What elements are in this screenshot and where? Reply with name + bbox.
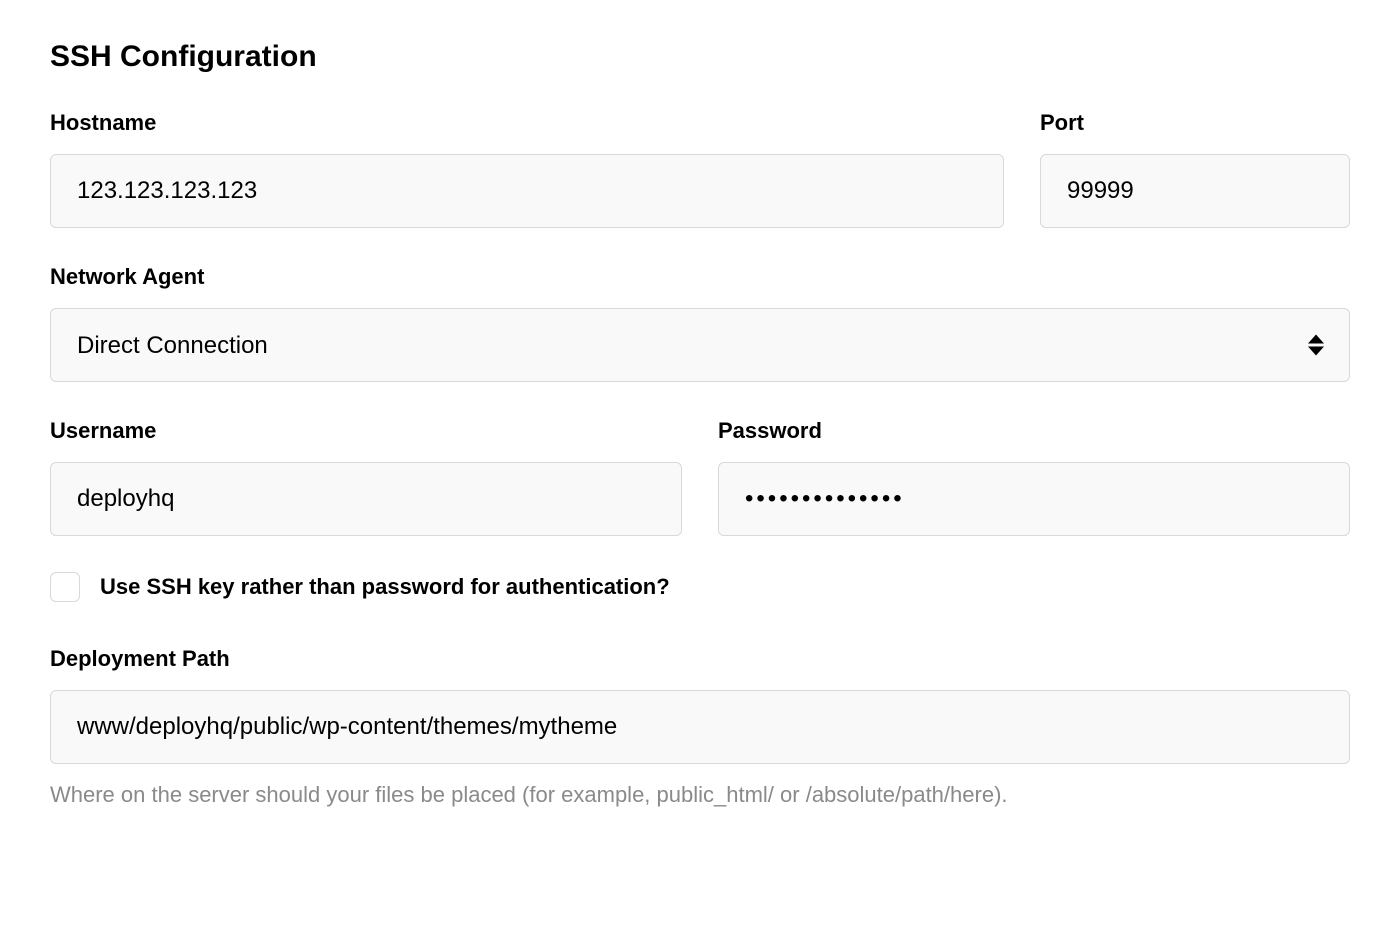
deployment-path-label: Deployment Path bbox=[50, 646, 1350, 672]
deployment-path-input[interactable] bbox=[50, 690, 1350, 764]
password-label: Password bbox=[718, 418, 1350, 444]
row-username-password: Username Password •••••••••••••• bbox=[50, 418, 1350, 536]
network-agent-select[interactable]: Direct Connection bbox=[50, 308, 1350, 382]
field-network-agent: Network Agent Direct Connection bbox=[50, 264, 1350, 382]
network-agent-label: Network Agent bbox=[50, 264, 1350, 290]
ssh-key-checkbox[interactable] bbox=[50, 572, 80, 602]
port-input[interactable] bbox=[1040, 154, 1350, 228]
section-title: SSH Configuration bbox=[50, 40, 1350, 74]
field-port: Port bbox=[1040, 110, 1350, 228]
ssh-config-form: SSH Configuration Hostname Port Network … bbox=[50, 40, 1350, 811]
password-input[interactable]: •••••••••••••• bbox=[718, 462, 1350, 536]
deployment-path-help: Where on the server should your files be… bbox=[50, 780, 1350, 811]
field-password: Password •••••••••••••• bbox=[718, 418, 1350, 536]
row-deployment-path: Deployment Path Where on the server shou… bbox=[50, 646, 1350, 811]
username-input[interactable] bbox=[50, 462, 682, 536]
ssh-key-checkbox-row: Use SSH key rather than password for aut… bbox=[50, 572, 1350, 602]
network-agent-select-wrapper: Direct Connection bbox=[50, 308, 1350, 382]
field-hostname: Hostname bbox=[50, 110, 1004, 228]
username-label: Username bbox=[50, 418, 682, 444]
ssh-key-checkbox-label[interactable]: Use SSH key rather than password for aut… bbox=[100, 574, 670, 600]
row-hostname-port: Hostname Port bbox=[50, 110, 1350, 228]
port-label: Port bbox=[1040, 110, 1350, 136]
field-username: Username bbox=[50, 418, 682, 536]
field-deployment-path: Deployment Path Where on the server shou… bbox=[50, 646, 1350, 811]
hostname-input[interactable] bbox=[50, 154, 1004, 228]
row-network-agent: Network Agent Direct Connection bbox=[50, 264, 1350, 382]
hostname-label: Hostname bbox=[50, 110, 1004, 136]
